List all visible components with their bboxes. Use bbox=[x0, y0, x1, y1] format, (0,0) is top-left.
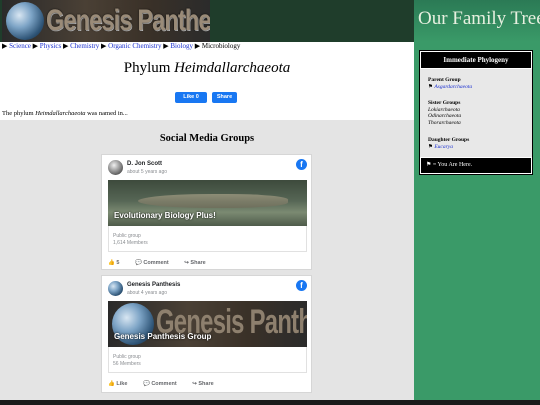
group-banner[interactable]: Genesis Panthesis Genesis Panthesis Grou… bbox=[108, 301, 307, 347]
you-are-here-legend: ⚑ = You Are Here. bbox=[420, 157, 532, 174]
comment-label: Comment bbox=[143, 260, 169, 266]
breadcrumb-biology[interactable]: Biology bbox=[170, 42, 193, 50]
share-action[interactable]: ↪ Share bbox=[192, 381, 220, 387]
comment-label: Comment bbox=[151, 381, 177, 387]
group-members: 56 Members bbox=[113, 361, 141, 367]
social-heading: Social Media Groups bbox=[159, 133, 255, 144]
logo-text: Genesis Panthesis bbox=[46, 4, 210, 37]
page-title: Phylum Heimdallarchaeota bbox=[0, 60, 414, 77]
card-actions: 👍 5 💬 Comment ↪ Share bbox=[108, 260, 220, 266]
breadcrumb-arrow-icon: ▶ bbox=[101, 42, 107, 50]
page-title-taxon: Heimdallarchaeota bbox=[174, 60, 291, 76]
share-action[interactable]: ↪ Share bbox=[184, 260, 212, 266]
breadcrumb-current: Microbiology bbox=[201, 42, 241, 50]
breadcrumb-arrow-icon: ▶ bbox=[194, 42, 201, 50]
main-content: Phylum Heimdallarchaeota Like 0 Share Th… bbox=[0, 52, 414, 120]
page: Genesis Panthesis Our Family Tree ▶ Scie… bbox=[0, 0, 540, 405]
immediate-phylogeny-panel: Immediate Phylogeny Parent Group ⚑ Asgar… bbox=[419, 50, 533, 175]
banner-label: Evolutionary Biology Plus! bbox=[114, 211, 216, 220]
intro-suffix: was named in... bbox=[85, 110, 128, 117]
flag-icon: ⚑ bbox=[426, 162, 432, 168]
group-type: Public group bbox=[113, 354, 141, 360]
intro-text: The phylum Heimdallarchaeota was named i… bbox=[2, 110, 128, 117]
sister-item: Thorarchaeota bbox=[428, 119, 461, 126]
breadcrumb-science[interactable]: Science bbox=[9, 42, 31, 50]
site-logo[interactable]: Genesis Panthesis bbox=[2, 0, 210, 42]
footer-bar bbox=[0, 400, 540, 405]
flag-icon: ⚑ bbox=[428, 83, 433, 90]
sister-groups: Sister Groups Lokiarchaeota Odinarchaeot… bbox=[428, 100, 461, 126]
sister-item: Odinarchaeota bbox=[428, 113, 462, 119]
daughter-link[interactable]: Eucarya bbox=[434, 144, 453, 150]
like-action[interactable]: 👍 Like bbox=[108, 381, 134, 387]
sister-label: Sister Groups bbox=[428, 100, 461, 106]
group-meta: Public group 1,614 Members bbox=[108, 226, 307, 252]
parent-link[interactable]: Asgardarchaeota bbox=[434, 84, 472, 90]
share-label: Share bbox=[190, 260, 206, 266]
intro-taxon: Heimdallarchaeota bbox=[35, 110, 86, 117]
card-time: about 4 years ago bbox=[127, 290, 168, 296]
breadcrumb-arrow-icon: ▶ bbox=[2, 42, 8, 50]
breadcrumb: ▶ Science ▶ Physics ▶ Chemistry ▶ Organi… bbox=[0, 42, 414, 52]
globe-icon bbox=[6, 2, 44, 40]
family-tree-label: Our Family Tree bbox=[418, 8, 540, 29]
parent-group: Parent Group ⚑ Asgardarchaeota bbox=[428, 77, 472, 90]
breadcrumb-chemistry[interactable]: Chemistry bbox=[70, 42, 99, 50]
site-header: Genesis Panthesis Our Family Tree bbox=[0, 0, 540, 42]
comment-action[interactable]: 💬 Comment bbox=[135, 260, 176, 266]
like-label: Like bbox=[116, 381, 128, 387]
flag-icon: ⚑ bbox=[428, 143, 433, 150]
family-tree-banner[interactable]: Our Family Tree bbox=[414, 0, 540, 42]
card-author[interactable]: D. Jon Scott bbox=[127, 161, 162, 167]
breadcrumb-arrow-icon: ▶ bbox=[163, 42, 169, 50]
comment-action[interactable]: 💬 Comment bbox=[143, 381, 184, 387]
daughter-groups: Daughter Groups ⚑ Eucarya bbox=[428, 137, 469, 150]
group-banner[interactable]: Evolutionary Biology Plus! bbox=[108, 180, 307, 226]
card-author[interactable]: Genesis Panthesis bbox=[127, 282, 180, 288]
avatar[interactable] bbox=[108, 160, 123, 175]
banner-label: Genesis Panthesis Group bbox=[114, 332, 212, 341]
card-actions: 👍 Like 💬 Comment ↪ Share bbox=[108, 381, 228, 387]
social-media-section: Social Media Groups D. Jon Scott about 5… bbox=[0, 120, 414, 405]
group-card: Genesis Panthesis about 4 years ago f Ge… bbox=[101, 275, 312, 393]
avatar[interactable] bbox=[108, 281, 123, 296]
facebook-like-button[interactable]: Like 0 bbox=[175, 92, 207, 103]
phylogeny-heading: Immediate Phylogeny bbox=[420, 51, 532, 69]
card-time: about 5 years ago bbox=[127, 169, 168, 175]
like-action[interactable]: 👍 5 bbox=[108, 260, 126, 266]
breadcrumb-arrow-icon: ▶ bbox=[62, 42, 69, 50]
fish-image bbox=[138, 194, 288, 208]
group-members: 1,614 Members bbox=[113, 240, 148, 246]
group-card: D. Jon Scott about 5 years ago f Evoluti… bbox=[101, 154, 312, 270]
share-label: Share bbox=[198, 381, 214, 387]
facebook-icon[interactable]: f bbox=[296, 280, 307, 291]
facebook-share-button[interactable]: Share bbox=[212, 92, 237, 103]
like-count: 5 bbox=[116, 260, 120, 266]
group-meta: Public group 56 Members bbox=[108, 347, 307, 373]
breadcrumb-arrow-icon: ▶ bbox=[32, 42, 39, 50]
you-are-here-text: = You Are Here. bbox=[432, 162, 473, 168]
page-title-prefix: Phylum bbox=[123, 60, 175, 76]
intro-prefix: The phylum bbox=[2, 110, 36, 117]
breadcrumb-organic-chemistry[interactable]: Organic Chemistry bbox=[108, 42, 161, 50]
facebook-icon[interactable]: f bbox=[296, 159, 307, 170]
group-type: Public group bbox=[113, 233, 141, 239]
breadcrumb-physics[interactable]: Physics bbox=[40, 42, 61, 50]
